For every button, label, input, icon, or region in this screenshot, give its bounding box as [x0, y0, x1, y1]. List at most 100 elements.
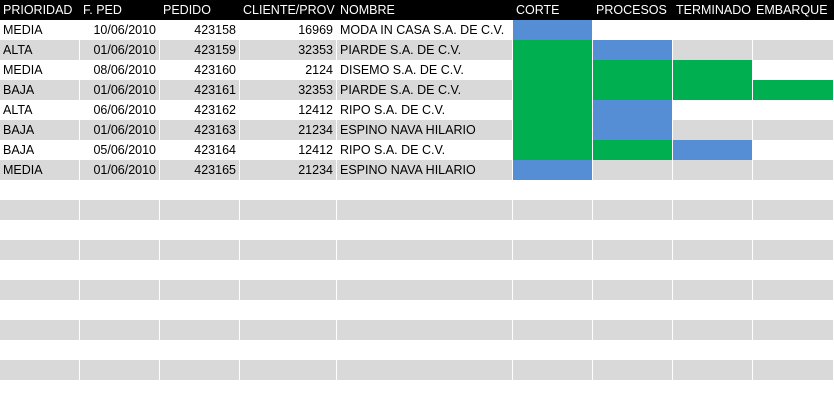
cell-nombre[interactable] [337, 340, 513, 360]
cell-pedido[interactable] [160, 360, 240, 380]
cell-cliente[interactable] [240, 240, 337, 260]
cell-pedido[interactable]: 423165 [160, 160, 240, 180]
table-row[interactable]: MEDIA 08/06/2010 423160 2124 DISEMO S.A. DE … [0, 60, 834, 80]
cell-cliente[interactable] [240, 300, 337, 320]
cell-fecha[interactable]: 01/06/2010 [80, 40, 160, 60]
cell-corte[interactable] [513, 260, 593, 280]
empty-row[interactable] [0, 260, 834, 280]
cell-cliente[interactable]: 16969 [240, 20, 337, 40]
header-procesos[interactable]: PROCESOS [593, 0, 673, 20]
cell-embarque[interactable] [753, 60, 834, 80]
cell-pedido[interactable] [160, 380, 240, 400]
cell-terminado[interactable] [673, 60, 753, 80]
cell-terminado[interactable] [673, 360, 753, 380]
cell-procesos[interactable] [593, 320, 673, 340]
cell-cliente[interactable] [240, 320, 337, 340]
cell-pedido[interactable]: 423158 [160, 20, 240, 40]
cell-embarque[interactable] [753, 240, 834, 260]
cell-pedido[interactable]: 423162 [160, 100, 240, 120]
cell-nombre[interactable] [337, 280, 513, 300]
cell-nombre[interactable] [337, 300, 513, 320]
cell-prioridad[interactable] [0, 240, 80, 260]
cell-terminado[interactable] [673, 180, 753, 200]
cell-procesos[interactable] [593, 280, 673, 300]
table-row[interactable]: ALTA 06/06/2010 423162 12412 RIPO S.A. DE C.… [0, 100, 834, 120]
cell-prioridad[interactable]: ALTA [0, 40, 80, 60]
header-pedido[interactable]: PEDIDO [160, 0, 240, 20]
cell-embarque[interactable] [753, 280, 834, 300]
cell-procesos[interactable] [593, 380, 673, 400]
cell-fecha[interactable] [80, 300, 160, 320]
cell-pedido[interactable]: 423160 [160, 60, 240, 80]
cell-nombre[interactable]: PIARDE S.A. DE C.V. [337, 80, 513, 100]
header-terminado[interactable]: TERMINADO [673, 0, 753, 20]
cell-corte[interactable] [513, 20, 593, 40]
cell-prioridad[interactable]: ALTA [0, 100, 80, 120]
cell-corte[interactable] [513, 300, 593, 320]
header-cliente[interactable]: CLIENTE/PROV [240, 0, 337, 20]
cell-prioridad[interactable] [0, 200, 80, 220]
cell-fecha[interactable] [80, 200, 160, 220]
cell-fecha[interactable] [80, 360, 160, 380]
cell-embarque[interactable] [753, 260, 834, 280]
cell-corte[interactable] [513, 40, 593, 60]
cell-nombre[interactable] [337, 200, 513, 220]
cell-procesos[interactable] [593, 20, 673, 40]
cell-nombre[interactable] [337, 260, 513, 280]
cell-procesos[interactable] [593, 260, 673, 280]
cell-corte[interactable] [513, 120, 593, 140]
cell-cliente[interactable]: 21234 [240, 160, 337, 180]
cell-prioridad[interactable]: MEDIA [0, 160, 80, 180]
cell-fecha[interactable] [80, 240, 160, 260]
cell-pedido[interactable] [160, 220, 240, 240]
cell-pedido[interactable] [160, 300, 240, 320]
cell-cliente[interactable]: 32353 [240, 40, 337, 60]
table-row[interactable]: BAJA 01/06/2010 423163 21234 ESPINO NAVA HIL… [0, 120, 834, 140]
cell-fecha[interactable] [80, 260, 160, 280]
cell-embarque[interactable] [753, 340, 834, 360]
cell-nombre[interactable]: PIARDE S.A. DE C.V. [337, 40, 513, 60]
empty-row[interactable] [0, 180, 834, 200]
cell-fecha[interactable]: 01/06/2010 [80, 80, 160, 100]
cell-cliente[interactable] [240, 380, 337, 400]
header-nombre[interactable]: NOMBRE [337, 0, 513, 20]
cell-cliente[interactable] [240, 180, 337, 200]
cell-corte[interactable] [513, 160, 593, 180]
cell-procesos[interactable] [593, 100, 673, 120]
cell-fecha[interactable]: 10/06/2010 [80, 20, 160, 40]
cell-prioridad[interactable] [0, 180, 80, 200]
cell-fecha[interactable]: 06/06/2010 [80, 100, 160, 120]
cell-pedido[interactable]: 423163 [160, 120, 240, 140]
cell-procesos[interactable] [593, 200, 673, 220]
cell-prioridad[interactable]: MEDIA [0, 60, 80, 80]
cell-nombre[interactable]: RIPO S.A. DE C.V. [337, 100, 513, 120]
cell-nombre[interactable]: MODA IN CASA S.A. DE C.V. [337, 20, 513, 40]
cell-procesos[interactable] [593, 140, 673, 160]
cell-terminado[interactable] [673, 340, 753, 360]
cell-fecha[interactable]: 08/06/2010 [80, 60, 160, 80]
cell-terminado[interactable] [673, 120, 753, 140]
empty-row[interactable] [0, 320, 834, 340]
cell-embarque[interactable] [753, 140, 834, 160]
cell-procesos[interactable] [593, 300, 673, 320]
cell-pedido[interactable]: 423159 [160, 40, 240, 60]
cell-pedido[interactable]: 423161 [160, 80, 240, 100]
cell-fecha[interactable] [80, 180, 160, 200]
cell-terminado[interactable] [673, 20, 753, 40]
empty-row[interactable] [0, 360, 834, 380]
cell-fecha[interactable]: 05/06/2010 [80, 140, 160, 160]
cell-terminado[interactable] [673, 100, 753, 120]
cell-nombre[interactable] [337, 240, 513, 260]
empty-row[interactable] [0, 220, 834, 240]
cell-pedido[interactable] [160, 260, 240, 280]
cell-corte[interactable] [513, 60, 593, 80]
cell-pedido[interactable] [160, 280, 240, 300]
cell-corte[interactable] [513, 220, 593, 240]
cell-embarque[interactable] [753, 40, 834, 60]
cell-corte[interactable] [513, 360, 593, 380]
cell-terminado[interactable] [673, 40, 753, 60]
cell-cliente[interactable]: 2124 [240, 60, 337, 80]
cell-terminado[interactable] [673, 80, 753, 100]
cell-prioridad[interactable] [0, 360, 80, 380]
cell-procesos[interactable] [593, 160, 673, 180]
